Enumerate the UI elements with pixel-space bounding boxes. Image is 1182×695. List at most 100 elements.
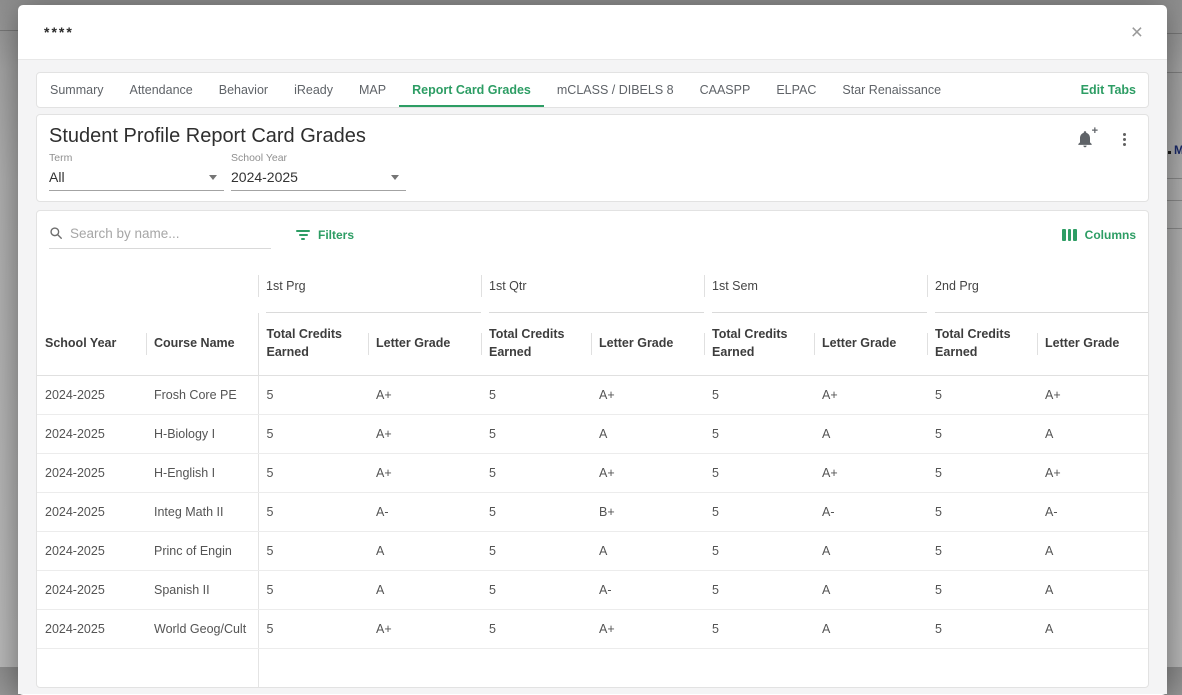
- column-header-total-credits[interactable]: Total Credits Earned: [704, 313, 814, 375]
- search-box: [49, 222, 271, 249]
- cell-total-credits: 5: [481, 414, 591, 453]
- cell-total-credits: 5: [927, 609, 1037, 648]
- page-title: Student Profile Report Card Grades: [49, 125, 1136, 148]
- backdrop-line: [1167, 178, 1182, 179]
- cell-letter-grade: A: [1037, 609, 1148, 648]
- tab-elpac[interactable]: ELPAC: [763, 73, 829, 107]
- cell-letter-grade: A: [814, 531, 927, 570]
- backdrop-line: [1167, 72, 1182, 73]
- tab-star-renaissance[interactable]: Star Renaissance: [829, 73, 954, 107]
- filters-button[interactable]: Filters: [296, 228, 354, 242]
- group-header-2nd-prg: 2nd Prg: [927, 259, 1148, 313]
- cell-total-credits: 5: [481, 609, 591, 648]
- cell-letter-grade: A+: [368, 375, 481, 414]
- tab-attendance[interactable]: Attendance: [116, 73, 205, 107]
- cell-total-credits: 5: [258, 375, 368, 414]
- columns-button-label: Columns: [1085, 228, 1136, 242]
- cell-total-credits: 5: [704, 492, 814, 531]
- cell-total-credits: 5: [927, 531, 1037, 570]
- edit-tabs-button[interactable]: Edit Tabs: [1069, 73, 1148, 107]
- report-card-grades-table: 1st Prg 1st Qtr 1st Sem 2nd Prg School Y…: [37, 259, 1148, 687]
- cell-letter-grade: A+: [814, 453, 927, 492]
- backdrop-line: [1167, 200, 1182, 201]
- cell-letter-grade: A-: [1037, 492, 1148, 531]
- column-header-school-year[interactable]: School Year: [37, 313, 146, 375]
- cell-letter-grade: A-: [814, 492, 927, 531]
- column-header-letter-grade[interactable]: Letter Grade: [591, 313, 704, 375]
- search-input[interactable]: [70, 226, 271, 241]
- cell-total-credits: 5: [258, 492, 368, 531]
- close-icon[interactable]: ×: [1127, 20, 1147, 45]
- column-header-letter-grade[interactable]: Letter Grade: [814, 313, 927, 375]
- cell-school-year: 2024-2025: [37, 414, 146, 453]
- tab-bar: Summary Attendance Behavior iReady MAP R…: [36, 72, 1149, 108]
- cell-total-credits: 5: [481, 453, 591, 492]
- cell-total-credits: 5: [258, 609, 368, 648]
- tab-caaspp[interactable]: CAASPP: [687, 73, 764, 107]
- tab-mclass-dibels8[interactable]: mCLASS / DIBELS 8: [544, 73, 687, 107]
- cell-total-credits: 5: [927, 492, 1037, 531]
- table-row: 2024-2025 Spanish II 5 A 5 A- 5 A 5 A: [37, 570, 1148, 609]
- cell-course-name: Princ of Engin: [146, 531, 258, 570]
- column-header-letter-grade[interactable]: Letter Grade: [368, 313, 481, 375]
- column-header-total-credits[interactable]: Total Credits Earned: [258, 313, 368, 375]
- school-year-select-label: School Year: [231, 152, 406, 164]
- add-alert-button[interactable]: +: [1075, 129, 1095, 149]
- column-header-letter-grade[interactable]: Letter Grade: [1037, 313, 1148, 375]
- cell-total-credits: 5: [258, 453, 368, 492]
- cell-letter-grade: A+: [591, 453, 704, 492]
- tab-summary[interactable]: Summary: [37, 73, 116, 107]
- columns-icon: [1062, 229, 1077, 241]
- cell-total-credits: 5: [704, 609, 814, 648]
- tab-iready[interactable]: iReady: [281, 73, 346, 107]
- cell-letter-grade: A: [814, 570, 927, 609]
- cell-school-year: 2024-2025: [37, 531, 146, 570]
- group-header-1st-qtr: 1st Qtr: [481, 259, 704, 313]
- student-profile-modal: **** × Summary Attendance Behavior iRead…: [18, 5, 1167, 695]
- cell-letter-grade: A+: [814, 375, 927, 414]
- cell-total-credits: 5: [704, 414, 814, 453]
- column-header-total-credits[interactable]: Total Credits Earned: [481, 313, 591, 375]
- cell-letter-grade: A+: [368, 414, 481, 453]
- modal-header: **** ×: [18, 5, 1167, 60]
- cell-letter-grade: A-: [591, 570, 704, 609]
- table-row: 2024-2025 H-Biology I 5 A+ 5 A 5 A 5 A: [37, 414, 1148, 453]
- search-icon: [49, 226, 63, 240]
- report-header-card: Student Profile Report Card Grades Term …: [36, 114, 1149, 202]
- term-select[interactable]: Term All: [49, 152, 224, 191]
- chevron-down-icon: [391, 175, 399, 180]
- masked-student-name: ****: [44, 24, 74, 40]
- cell-course-name: H-Biology I: [146, 414, 258, 453]
- cell-total-credits: 5: [704, 570, 814, 609]
- backdrop-line: [0, 30, 18, 31]
- cell-letter-grade: A+: [591, 609, 704, 648]
- cell-course-name: World Geog/Cult: [146, 609, 258, 648]
- filter-icon: [296, 230, 310, 240]
- tab-map[interactable]: MAP: [346, 73, 399, 107]
- column-header-course-name[interactable]: Course Name: [146, 313, 258, 375]
- grades-table-card: Filters Columns 1st: [36, 210, 1149, 688]
- school-year-select[interactable]: School Year 2024-2025: [231, 152, 406, 191]
- column-header-total-credits[interactable]: Total Credits Earned: [927, 313, 1037, 375]
- cell-total-credits: 5: [481, 492, 591, 531]
- cell-total-credits: 5: [927, 375, 1037, 414]
- group-header-1st-prg: 1st Prg: [258, 259, 481, 313]
- plus-icon: +: [1092, 126, 1098, 137]
- columns-button[interactable]: Columns: [1062, 228, 1136, 242]
- table-row: 2024-2025 Integ Math II 5 A- 5 B+ 5 A- 5…: [37, 492, 1148, 531]
- tab-behavior[interactable]: Behavior: [206, 73, 281, 107]
- chevron-down-icon: [209, 175, 217, 180]
- more-options-button[interactable]: [1121, 131, 1128, 148]
- cell-total-credits: 5: [258, 414, 368, 453]
- tab-report-card-grades[interactable]: Report Card Grades: [399, 73, 544, 107]
- cell-letter-grade: A-: [368, 492, 481, 531]
- cell-letter-grade: A: [591, 414, 704, 453]
- cell-course-name: Integ Math II: [146, 492, 258, 531]
- table-row: 2024-2025 Princ of Engin 5 A 5 A 5 A 5 A: [37, 531, 1148, 570]
- filters-button-label: Filters: [318, 228, 354, 242]
- school-year-select-value: 2024-2025: [231, 169, 298, 185]
- cell-course-name: Frosh Core PE: [146, 375, 258, 414]
- cell-letter-grade: A+: [368, 609, 481, 648]
- cell-total-credits: 5: [704, 531, 814, 570]
- cell-letter-grade: A: [814, 414, 927, 453]
